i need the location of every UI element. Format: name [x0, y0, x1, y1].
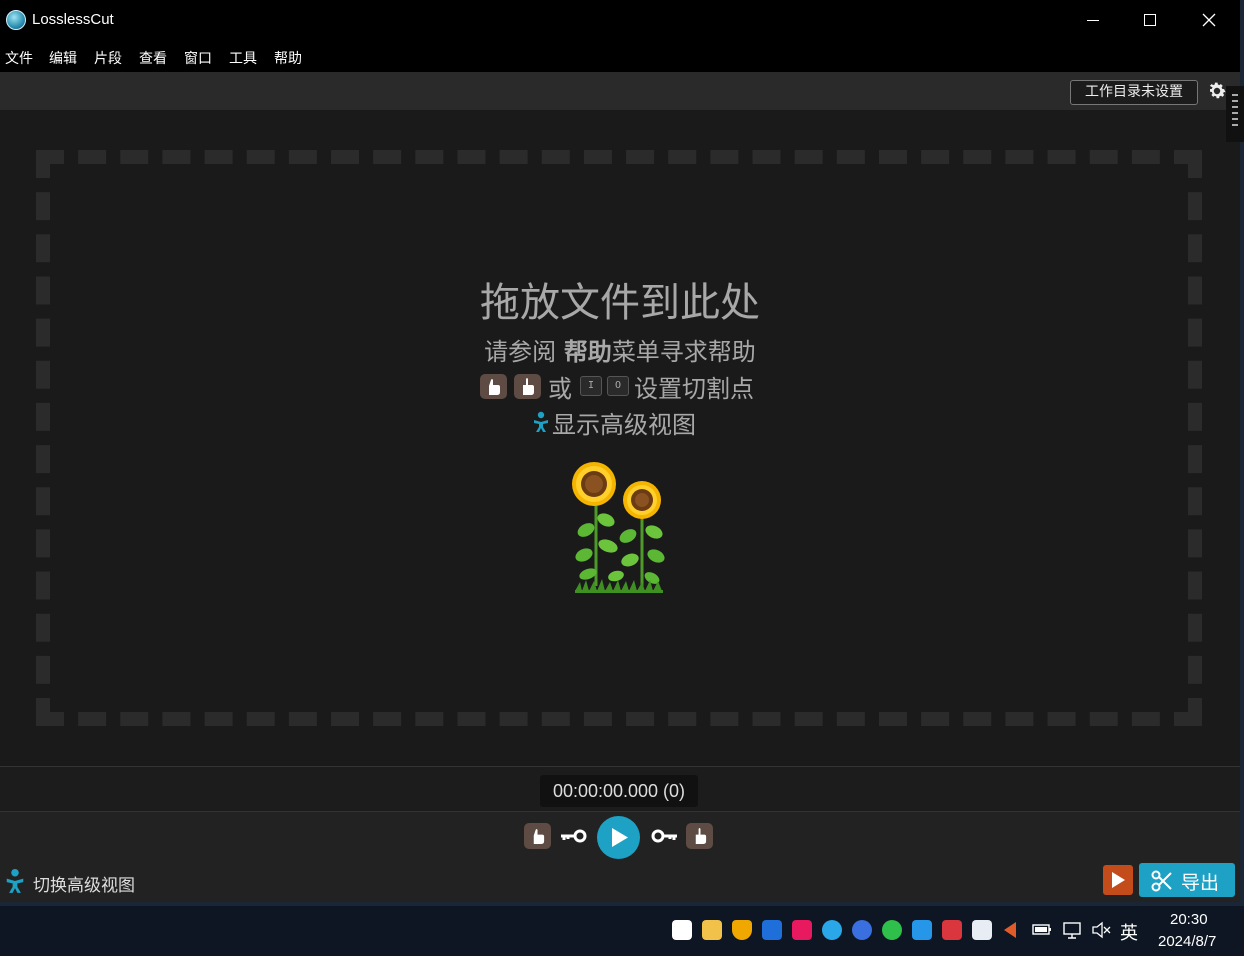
tray-app-icon[interactable] [672, 920, 692, 940]
baby-icon [534, 411, 548, 432]
playback-controls [0, 812, 1240, 862]
clock-date[interactable]: 2024/8/7 [1158, 933, 1216, 950]
title-bar: LosslessCut [0, 0, 1240, 40]
set-cut-end-button[interactable] [686, 823, 713, 849]
shield-icon[interactable] [732, 920, 752, 940]
show-advanced-hint[interactable]: 显示高级视图 [532, 406, 696, 439]
link-app-icon[interactable] [972, 920, 992, 940]
scissors-icon [1151, 870, 1172, 892]
wechat-icon[interactable] [882, 920, 902, 940]
key-out: O [607, 376, 629, 396]
red-app-icon[interactable] [792, 920, 812, 940]
volume-muted-icon[interactable] [1091, 921, 1111, 939]
losslesscut-window: LosslessCut 文件 编辑 片段 查看 窗口 工具 帮助 工作目录未设置 [0, 0, 1240, 902]
help-suffix: 菜单寻求帮助 [611, 338, 756, 366]
output-format-button[interactable] [1103, 865, 1133, 895]
timeline[interactable]: 00:00:00.000 (0) [0, 766, 1240, 812]
set-cut-end-icon [514, 373, 541, 399]
windows-taskbar: 英 20:30 2024/8/7 [0, 906, 1244, 956]
app-logo-icon [6, 10, 26, 30]
menu-window[interactable]: 窗口 [184, 48, 212, 68]
show-advanced-text: 显示高级视图 [552, 410, 696, 439]
key-in: I [580, 376, 602, 396]
cloud-drive-icon[interactable] [852, 920, 872, 940]
input-method-indicator[interactable]: 英 [1120, 919, 1138, 945]
jump-to-start-key-icon[interactable] [559, 829, 587, 843]
window-title: LosslessCut [32, 11, 114, 28]
play-icon [612, 828, 628, 847]
app-root: LosslessCut 文件 编辑 片段 查看 窗口 工具 帮助 工作目录未设置 [0, 0, 1244, 956]
menu-view[interactable]: 查看 [139, 48, 167, 68]
cloud-icon[interactable] [822, 920, 842, 940]
help-hint: 请参阅 帮助菜单寻求帮助 [0, 332, 1240, 367]
help-link[interactable]: 帮助 [564, 338, 612, 366]
menu-segments[interactable]: 片段 [94, 48, 122, 68]
screen-app-icon[interactable] [942, 920, 962, 940]
top-toolbar: 工作目录未设置 [0, 72, 1240, 110]
menu-help[interactable]: 帮助 [274, 48, 302, 68]
menu-edit[interactable]: 编辑 [49, 48, 77, 68]
cut-point-text: 设置切割点 [634, 374, 754, 403]
clock-time[interactable]: 20:30 [1170, 911, 1208, 928]
play-button[interactable] [597, 816, 640, 859]
jump-to-end-key-icon[interactable] [651, 829, 679, 843]
hand-point-up-icon [695, 828, 707, 844]
maximize-button[interactable] [1121, 0, 1179, 40]
minimize-button[interactable] [1064, 0, 1122, 40]
network-icon[interactable] [1062, 921, 1082, 939]
set-cut-start-button[interactable] [524, 823, 551, 849]
arrow-app-icon[interactable] [1002, 921, 1018, 939]
working-directory-button[interactable]: 工作目录未设置 [1070, 80, 1198, 105]
menu-tools[interactable]: 工具 [229, 48, 257, 68]
menu-file[interactable]: 文件 [5, 48, 33, 68]
sunflower-illustration [572, 462, 665, 593]
gear-icon[interactable] [1206, 80, 1228, 102]
or-text: 或 [548, 374, 572, 403]
box-app-icon[interactable] [762, 920, 782, 940]
toggle-advanced-view-button[interactable]: 切换高级视图 [33, 871, 135, 896]
folder-icon[interactable] [702, 920, 722, 940]
close-icon [1202, 13, 1216, 27]
menu-bar: 文件 编辑 片段 查看 窗口 工具 帮助 [0, 40, 1240, 72]
hand-point-left-icon [533, 828, 545, 844]
close-button[interactable] [1180, 0, 1238, 40]
export-label: 导出 [1181, 872, 1220, 894]
battery-icon[interactable] [1032, 921, 1052, 937]
notes-app-icon[interactable] [912, 920, 932, 940]
help-prefix: 请参阅 [484, 338, 564, 366]
bottom-bar: 切换高级视图 导出 [0, 862, 1240, 902]
drop-title: 拖放文件到此处 [480, 280, 760, 326]
timecode-display[interactable]: 00:00:00.000 (0) [540, 775, 698, 807]
set-cut-start-icon [480, 373, 507, 399]
side-scroll-handle[interactable] [1226, 86, 1244, 142]
cut-hint: 或 I O 设置切割点 [480, 370, 754, 403]
baby-icon[interactable] [4, 868, 26, 894]
export-button[interactable]: 导出 [1139, 863, 1235, 897]
play-icon [1112, 872, 1125, 888]
